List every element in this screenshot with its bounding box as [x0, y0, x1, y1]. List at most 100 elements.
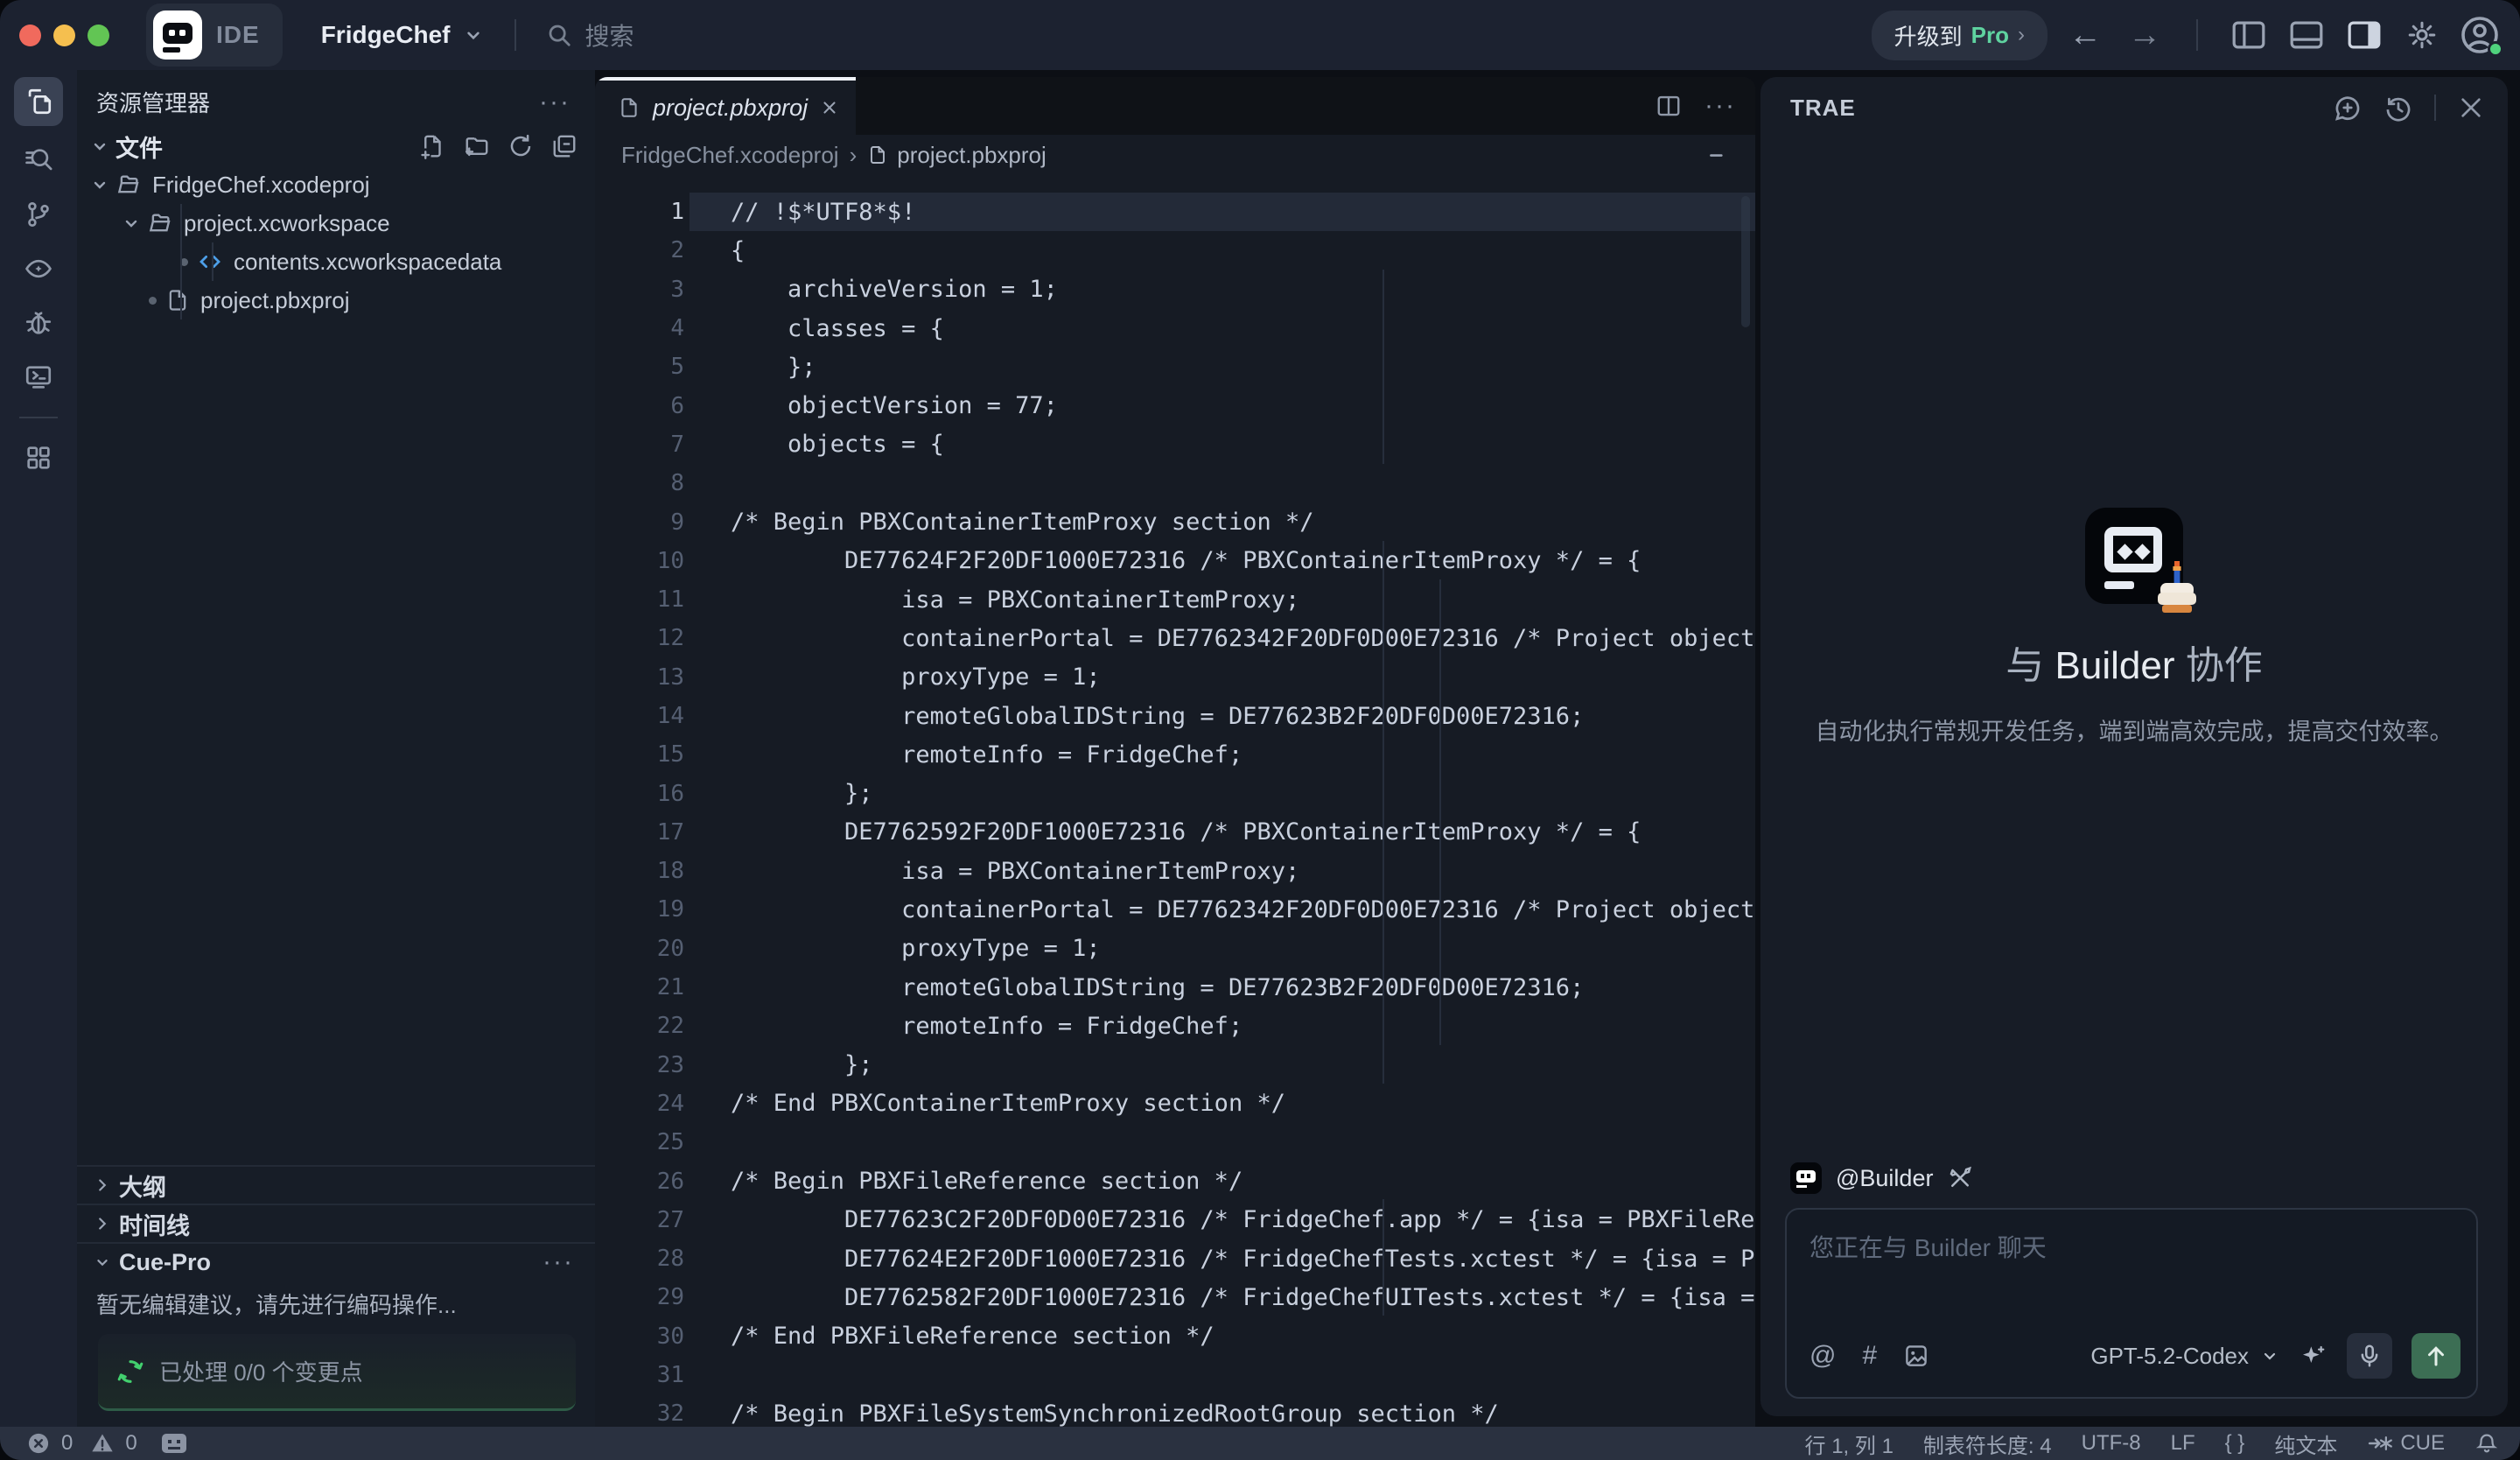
files-section-header[interactable]: 文件	[77, 127, 595, 165]
code-line-31[interactable]: 31	[595, 1356, 1755, 1394]
code-line-21[interactable]: 21 remoteGlobalIDString = DE77623B2F20DF…	[595, 968, 1755, 1007]
code-line-10[interactable]: 10 DE77624F2F20DF1000E72316 /* PBXContai…	[595, 542, 1755, 580]
tree-item-project-xcworkspace[interactable]: project.xcworkspace	[77, 204, 595, 242]
activity-ai-preview-icon[interactable]	[14, 242, 63, 296]
refresh-icon[interactable]	[508, 133, 534, 159]
code-line-28[interactable]: 28 DE77624E2F20DF1000E72316 /* FridgeChe…	[595, 1239, 1755, 1278]
trae-assistant-icon[interactable]	[160, 1432, 188, 1455]
cue-pro-more-button[interactable]: ···	[542, 1247, 574, 1277]
code-line-30[interactable]: 30/* End PBXFileReference section */	[595, 1317, 1755, 1356]
status-bell[interactable]	[2474, 1431, 2499, 1456]
upgrade-pro-button[interactable]: 升级到 Pro ›	[1872, 11, 2048, 60]
line-number[interactable]: 25	[595, 1129, 684, 1155]
code-line-23[interactable]: 23 };	[595, 1046, 1755, 1084]
line-number[interactable]: 5	[595, 354, 684, 380]
line-number[interactable]: 8	[595, 470, 684, 496]
cue-processed-card[interactable]: 已处理 0/0 个变更点	[98, 1334, 576, 1411]
breadcrumb-file[interactable]: project.pbxproj	[897, 142, 1046, 169]
code-line-17[interactable]: 17 DE7762592F20DF1000E72316 /* PBXContai…	[595, 813, 1755, 852]
error-count[interactable]: 0	[61, 1431, 73, 1456]
code-line-8[interactable]: 8	[595, 464, 1755, 502]
toggle-left-panel-button[interactable]	[2228, 14, 2270, 56]
line-number[interactable]: 22	[595, 1013, 684, 1039]
code-line-4[interactable]: 4 classes = {	[595, 309, 1755, 347]
tools-icon[interactable]	[1947, 1165, 1973, 1191]
settings-gear-icon[interactable]	[2401, 14, 2443, 56]
line-number[interactable]: 12	[595, 625, 684, 651]
line-number[interactable]: 31	[595, 1362, 684, 1388]
code-line-18[interactable]: 18 isa = PBXContainerItemProxy;	[595, 852, 1755, 890]
app-logo-pill[interactable]: IDE	[146, 4, 283, 67]
code-line-14[interactable]: 14 remoteGlobalIDString = DE77623B2F20DF…	[595, 697, 1755, 735]
line-number[interactable]: 10	[595, 548, 684, 574]
global-search[interactable]: 搜索	[546, 18, 634, 53]
code-line-26[interactable]: 26/* Begin PBXFileReference section */	[595, 1162, 1755, 1200]
status-行-1-列-1[interactable]: 行 1, 列 1	[1805, 1428, 1894, 1459]
code-line-25[interactable]: 25	[595, 1123, 1755, 1162]
status-UTF-8[interactable]: UTF-8	[2082, 1431, 2141, 1456]
code-line-27[interactable]: 27 DE77623C2F20DF0D00E72316 /* FridgeChe…	[595, 1201, 1755, 1239]
line-number[interactable]: 23	[595, 1052, 684, 1078]
context-hash-icon[interactable]: #	[1862, 1341, 1877, 1371]
activity-terminal-panel-icon[interactable]	[14, 350, 63, 404]
line-number[interactable]: 28	[595, 1246, 684, 1272]
outline-section-header[interactable]: 大纲	[77, 1165, 595, 1204]
code-line-24[interactable]: 24/* End PBXContainerItemProxy section *…	[595, 1084, 1755, 1123]
code-line-12[interactable]: 12 containerPortal = DE7762342F20DF0D00E…	[595, 619, 1755, 657]
code-area[interactable]: 1// !$*UTF8*$!2{3 archiveVersion = 1;4 c…	[595, 175, 1755, 1427]
activity-debug-icon[interactable]	[14, 296, 63, 350]
breadcrumb[interactable]: FridgeChef.xcodeproj › project.pbxproj	[595, 135, 1755, 175]
status-LF[interactable]: LF	[2171, 1431, 2195, 1456]
line-number[interactable]: 1	[595, 199, 684, 225]
history-icon[interactable]	[2384, 93, 2413, 123]
line-number[interactable]: 17	[595, 819, 684, 846]
voice-input-button[interactable]	[2347, 1333, 2392, 1379]
split-editor-icon[interactable]	[1656, 93, 1682, 119]
line-number[interactable]: 7	[595, 432, 684, 458]
line-number[interactable]: 9	[595, 509, 684, 536]
minimize-window-button[interactable]	[53, 25, 75, 46]
code-line-9[interactable]: 9/* Begin PBXContainerItemProxy section …	[595, 502, 1755, 541]
new-file-icon[interactable]	[420, 133, 446, 159]
line-number[interactable]: 32	[595, 1400, 684, 1427]
code-line-29[interactable]: 29 DE7762582F20DF1000E72316 /* FridgeChe…	[595, 1278, 1755, 1316]
code-line-3[interactable]: 3 archiveVersion = 1;	[595, 270, 1755, 309]
code-line-7[interactable]: 7 objects = {	[595, 425, 1755, 464]
new-chat-icon[interactable]	[2333, 93, 2362, 123]
line-number[interactable]: 3	[595, 277, 684, 303]
line-number[interactable]: 30	[595, 1323, 684, 1350]
line-number[interactable]: 20	[595, 936, 684, 962]
status--[interactable]: { }	[2225, 1431, 2245, 1456]
warning-count[interactable]: 0	[125, 1431, 136, 1456]
account-avatar[interactable]	[2459, 14, 2501, 56]
timeline-section-header[interactable]: 时间线	[77, 1204, 595, 1242]
code-line-16[interactable]: 16 };	[595, 774, 1755, 812]
zoom-window-button[interactable]	[88, 25, 109, 46]
toggle-bottom-panel-button[interactable]	[2286, 14, 2328, 56]
status-纯文本[interactable]: 纯文本	[2274, 1428, 2337, 1459]
status-CUE[interactable]: CUE	[2367, 1430, 2445, 1456]
send-button[interactable]	[2412, 1333, 2460, 1379]
code-line-19[interactable]: 19 containerPortal = DE7762342F20DF0D00E…	[595, 890, 1755, 929]
attach-image-icon[interactable]	[1903, 1343, 1929, 1369]
editor-scrollbar[interactable]	[1741, 196, 1750, 327]
code-line-13[interactable]: 13 proxyType = 1;	[595, 658, 1755, 697]
line-number[interactable]: 27	[595, 1207, 684, 1233]
cue-pro-section-header[interactable]: Cue-Pro ···	[77, 1242, 595, 1281]
new-folder-icon[interactable]	[464, 133, 490, 159]
close-window-button[interactable]	[19, 25, 41, 46]
mention-icon[interactable]: @	[1810, 1341, 1836, 1371]
code-line-1[interactable]: 1// !$*UTF8*$!	[595, 193, 1755, 231]
warnings-icon[interactable]	[90, 1431, 115, 1456]
navigate-back-button[interactable]: ←	[2063, 18, 2107, 52]
close-panel-icon[interactable]	[2457, 94, 2485, 122]
toggle-right-panel-button[interactable]	[2343, 14, 2385, 56]
model-selector[interactable]: GPT-5.2-Codex	[2090, 1343, 2280, 1370]
line-number[interactable]: 29	[595, 1284, 684, 1310]
line-number[interactable]: 2	[595, 237, 684, 263]
line-number[interactable]: 4	[595, 315, 684, 341]
explorer-more-button[interactable]: ···	[539, 88, 570, 117]
activity-explorer-icon[interactable]	[14, 77, 63, 126]
code-line-32[interactable]: 32/* Begin PBXFileSystemSynchronizedRoot…	[595, 1394, 1755, 1427]
line-number[interactable]: 26	[595, 1169, 684, 1195]
